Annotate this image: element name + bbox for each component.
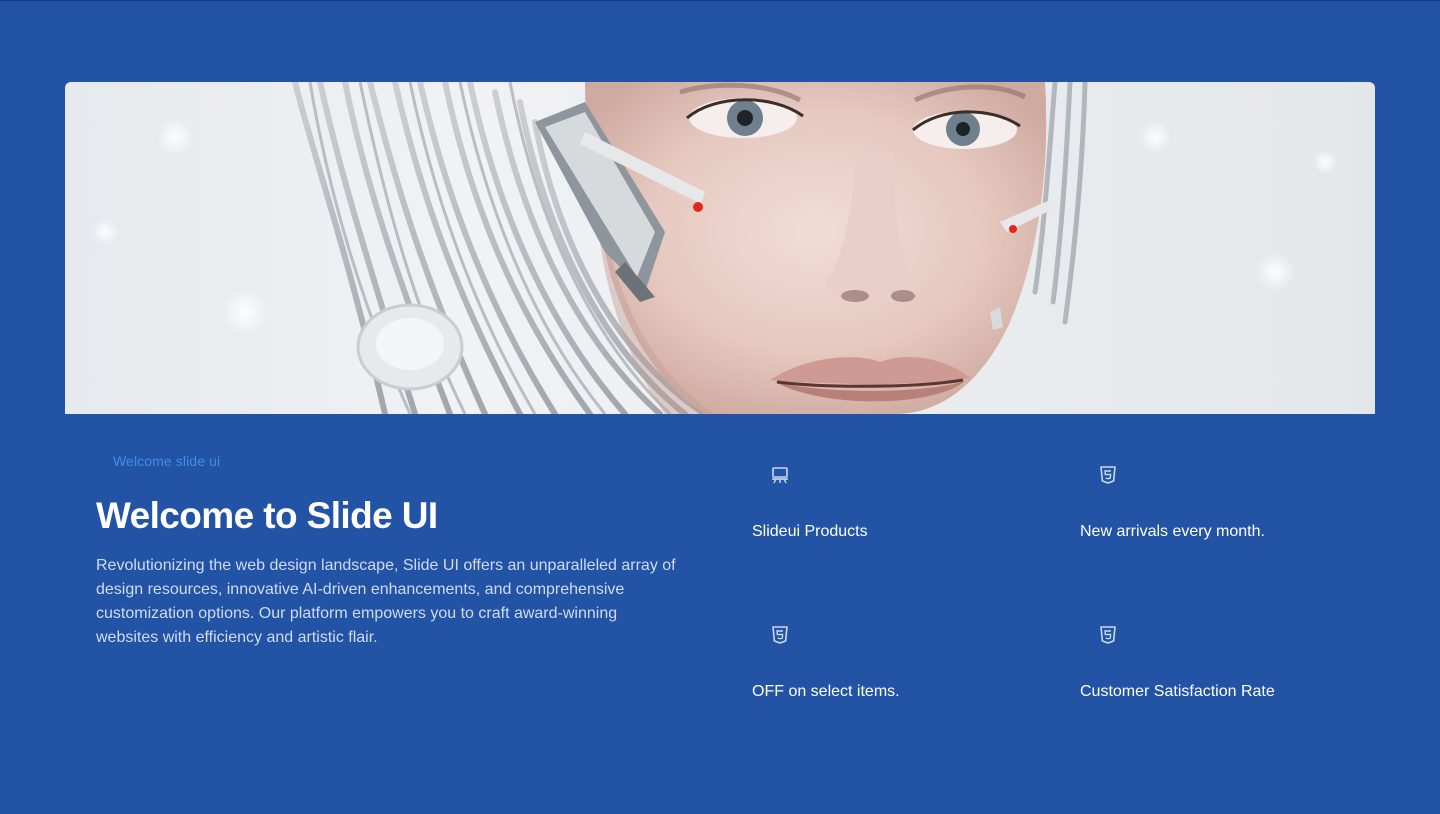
page-title: Welcome to Slide UI (96, 495, 438, 536)
feature-label: OFF on select items. (752, 683, 900, 700)
feature-label: New arrivals every month. (1080, 523, 1265, 540)
hero-image (65, 82, 1375, 414)
feature-item-satisfaction: Customer Satisfaction Rate (1080, 625, 1380, 701)
eyebrow-text: Welcome slide ui (113, 453, 221, 469)
html5-shield-icon (1100, 466, 1116, 484)
html5-shield-icon (1100, 626, 1116, 644)
intro-description: Revolutionizing the web design landscape… (96, 557, 676, 646)
page: Welcome slide ui Welcome to Slide UI Rev… (0, 0, 1440, 814)
feature-item-discount: OFF on select items. (752, 625, 1052, 701)
feature-label: Customer Satisfaction Rate (1080, 683, 1275, 700)
feature-item-new-arrivals: New arrivals every month. (1080, 465, 1380, 541)
feature-label: Slideui Products (752, 523, 868, 540)
presentation-board-icon (772, 467, 788, 484)
android-face-illustration (91, 82, 1337, 414)
html5-shield-icon (772, 626, 788, 644)
feature-item-products: Slideui Products (752, 465, 1052, 541)
